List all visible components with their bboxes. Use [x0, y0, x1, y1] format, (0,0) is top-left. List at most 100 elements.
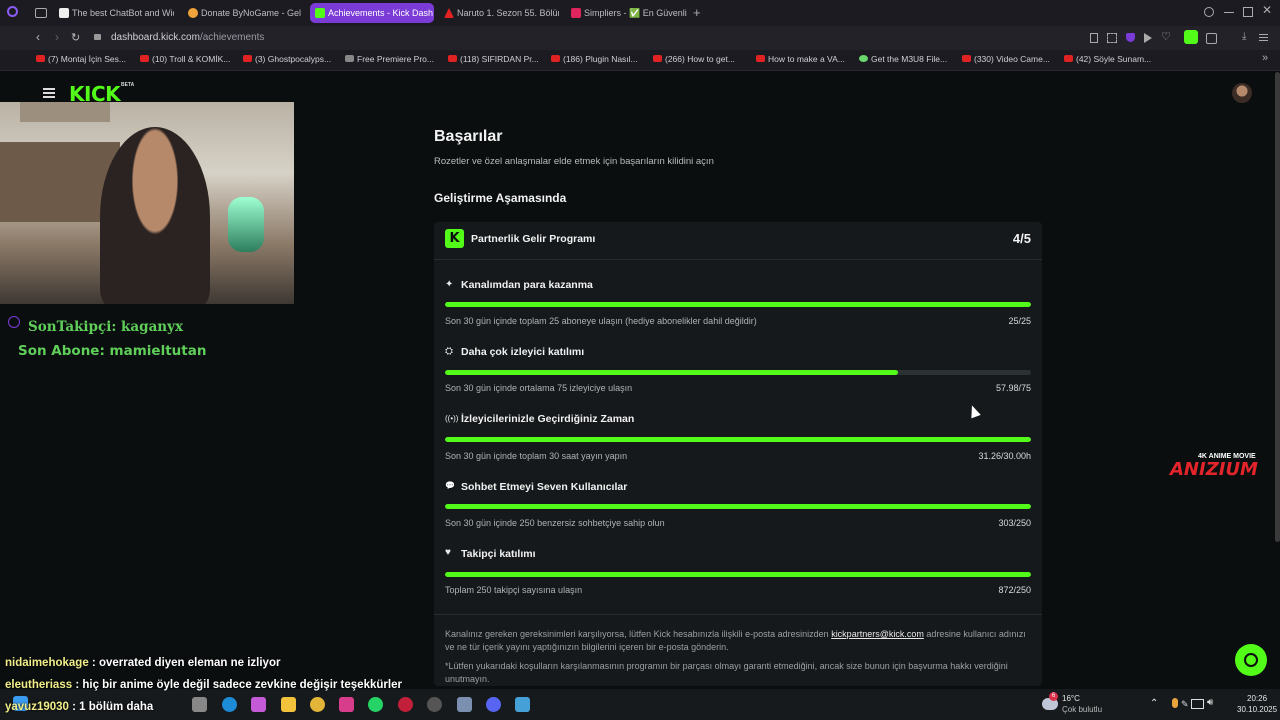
file-explorer-icon[interactable] [281, 697, 296, 712]
youtube-icon [448, 55, 457, 62]
instagram-icon[interactable] [339, 697, 354, 712]
progress-bar [445, 504, 1031, 509]
bookmarks-more-icon[interactable]: » [1262, 52, 1268, 64]
webcam-feed [0, 102, 294, 304]
divider [434, 614, 1042, 615]
task-title: İzleyicilerinizle Geçirdiğiniz Zaman [461, 413, 635, 425]
edge-icon[interactable] [222, 697, 237, 712]
tab-label: The best ChatBot and Wid [72, 8, 174, 18]
back-icon[interactable]: ‹ [36, 30, 40, 44]
url-path: /achievements [199, 32, 265, 43]
url-field[interactable]: dashboard.kick.com/achievements [111, 32, 264, 43]
bookmark-item[interactable]: (3) Ghostpocalyps... [243, 54, 331, 64]
maximize-icon[interactable] [1243, 7, 1253, 17]
forward-icon[interactable]: › [55, 30, 59, 44]
bookmark-item[interactable]: (266) How to get... [653, 54, 735, 64]
menu-icon[interactable] [1259, 34, 1268, 35]
sparkle-icon: ✦ [445, 279, 454, 290]
shield-overlay-icon [8, 316, 20, 328]
chrome-icon[interactable] [310, 697, 325, 712]
hamburger-menu-icon[interactable] [43, 88, 55, 90]
lock-icon [94, 34, 101, 40]
bookmark-item[interactable]: (186) Plugin Nasıl... [551, 54, 638, 64]
partner-email-link[interactable]: kickpartners@kick.com [831, 629, 924, 639]
copilot-icon[interactable] [251, 697, 266, 712]
chat-username: eleutheriass [5, 679, 73, 691]
bookmark-item[interactable]: (7) Montaj İçin Ses... [36, 54, 126, 64]
task-title: Sohbet Etmeyi Seven Kullanıcılar [461, 481, 628, 493]
task-description: Son 30 gün içinde ortalama 75 izleyiciye… [445, 383, 633, 393]
tab-label: Achievements - Kick Dash [328, 8, 434, 18]
download-icon[interactable]: ⤓ [1242, 31, 1246, 42]
bookmark-item[interactable]: (42) Söyle Sunam... [1064, 54, 1151, 64]
bookmark-item[interactable]: How to make a VA... [756, 54, 845, 64]
user-avatar[interactable] [1232, 83, 1252, 103]
bookmark-item[interactable]: (118) SIFIRDAN Pr... [448, 54, 539, 64]
tab-chatbot[interactable]: The best ChatBot and Wid [54, 3, 174, 23]
chat-message: yavuz19030 : 1 bölüm daha [5, 701, 153, 713]
chatbot-favicon-icon [59, 8, 69, 18]
app-icon[interactable] [457, 697, 472, 712]
shield-icon[interactable] [1126, 33, 1135, 42]
anime-favicon-icon [444, 8, 454, 18]
close-window-icon[interactable]: ✕ [1262, 3, 1272, 17]
simpliers-favicon-icon [571, 8, 581, 18]
help-button[interactable] [1235, 644, 1267, 676]
bookmark-icon[interactable] [1090, 33, 1098, 43]
task-value: 872/250 [998, 585, 1031, 595]
play-icon[interactable] [1144, 33, 1152, 43]
chat-username: yavuz19030 [5, 701, 69, 713]
heart-outline-icon[interactable]: ♡ [1161, 30, 1171, 43]
bookmark-item[interactable]: Get the M3U8 File... [859, 54, 947, 64]
new-tab-button[interactable]: + [693, 5, 701, 20]
task-value: 57.98/75 [995, 383, 1031, 393]
network-tray-icon[interactable] [1191, 699, 1204, 709]
tab-bynogame[interactable]: Donate ByNoGame - Gelir [183, 3, 301, 23]
chat-message: nidaimehokage : overrated diyen eleman n… [5, 657, 280, 669]
tab-label: Donate ByNoGame - Gelir [201, 8, 301, 18]
discord-icon[interactable] [486, 697, 501, 712]
youtube-icon [756, 55, 765, 62]
volume-tray-icon[interactable]: 🔊︎ [1207, 697, 1213, 708]
pen-tray-icon[interactable]: ✎ [1181, 699, 1189, 710]
section-title: Geliştirme Aşamasında [434, 191, 567, 205]
tray-expand-icon[interactable]: ⌃ [1150, 698, 1158, 709]
chat-text: : overrated diyen eleman ne izliyor [88, 657, 281, 669]
address-bar-row: ‹ › ↻ dashboard.kick.com/achievements ♡ … [0, 26, 1280, 50]
taskview-icon[interactable] [192, 697, 207, 712]
last-sub-label: Son Abone: mamieltutan [18, 343, 207, 359]
youtube-icon [140, 55, 149, 62]
progress-fill [445, 572, 1031, 577]
tab-simpliers[interactable]: Simpliers - ✅ En Güvenli [566, 3, 688, 23]
browser-menu-icon[interactable] [7, 6, 18, 17]
beta-badge: BETA [121, 82, 135, 88]
footer-disclaimer: *Lütfen yukarıdaki koşulların karşılanma… [445, 661, 1008, 684]
screenshot-icon[interactable] [1107, 33, 1117, 43]
whatsapp-icon[interactable] [368, 697, 383, 712]
obs-icon[interactable] [427, 697, 442, 712]
viewers-icon: ⛭ [445, 346, 453, 357]
microphone-tray-icon[interactable] [1172, 698, 1178, 708]
extension-icon[interactable] [1184, 30, 1198, 44]
search-tabs-icon[interactable] [1204, 7, 1214, 17]
tab-naruto[interactable]: Naruto 1. Sezon 55. Bölüm [439, 3, 559, 23]
last-follower-label: SonTakipçi: kaganyx [28, 319, 184, 335]
youtube-icon [243, 55, 252, 62]
bookmark-item[interactable]: (330) Video Came... [962, 54, 1050, 64]
bookmark-item[interactable]: (10) Troll & KOMİK... [140, 54, 230, 64]
minimize-icon[interactable] [1224, 12, 1234, 13]
reload-icon[interactable]: ↻ [71, 31, 80, 44]
program-title: Partnerlik Gelir Programı [471, 233, 596, 245]
progress-bar [445, 302, 1031, 307]
headset-icon [1244, 653, 1258, 667]
progress-fill [445, 437, 1031, 442]
tab-achievements[interactable]: Achievements - Kick Dash [310, 3, 434, 23]
opera-gx-icon[interactable] [398, 697, 413, 712]
tab-label: Naruto 1. Sezon 55. Bölüm [457, 8, 559, 18]
puzzle-icon[interactable] [1206, 33, 1217, 44]
page-subtitle: Rozetler ve özel anlaşmalar elde etmek i… [434, 156, 714, 167]
bookmark-item[interactable]: Free Premiere Pro... [345, 54, 434, 64]
monitor-icon[interactable] [515, 697, 530, 712]
progress-bar [445, 572, 1031, 577]
tab-overview-icon[interactable] [35, 8, 47, 18]
